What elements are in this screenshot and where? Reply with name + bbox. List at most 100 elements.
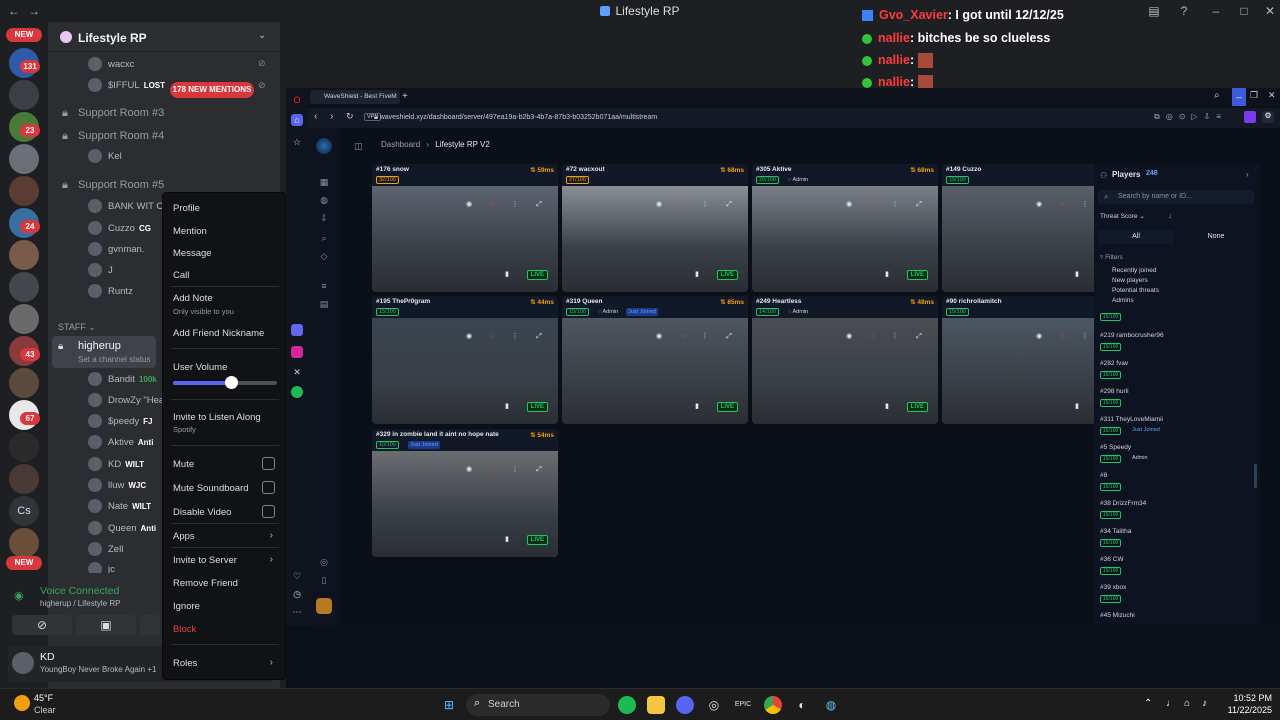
waveshield-logo-icon[interactable] [316, 138, 332, 154]
more-options-icon[interactable]: ⋮ [1080, 332, 1090, 342]
screenshot-icon[interactable]: ◉ [464, 200, 474, 210]
mute-stream-icon[interactable]: ▮ [502, 535, 512, 545]
player-row[interactable]: #298 hurli [1100, 388, 1129, 395]
category-header[interactable]: STAFF ⌄ [58, 322, 96, 333]
filter-option[interactable]: Recently joined [1112, 267, 1156, 274]
voice-user[interactable]: $IFFUL LOST [88, 77, 165, 95]
stream-tile[interactable]: #329 in zombie land it aint no hope nate… [372, 429, 558, 557]
stream-tile[interactable]: #249 Heartless ⇅ 48ms 14/100 ◌ Admin ◉ ○ ⋮ ⤢ ▮ LI… [752, 296, 938, 424]
voice-channel-support-3[interactable]: 🔒︎ Support Room #3 [58, 103, 274, 123]
opera-logo-icon[interactable]: O [291, 94, 303, 106]
filter-option[interactable]: Admins [1112, 297, 1134, 304]
fullscreen-icon[interactable]: ⤢ [724, 332, 734, 342]
new-unreads-pill[interactable]: NEW [6, 556, 42, 570]
menu-invite-to-server[interactable]: Invite to Server [173, 555, 277, 566]
mute-stream-icon[interactable]: ▮ [502, 402, 512, 412]
stream-tile[interactable]: #195 ThePr0gram ⇅ 44ms 15/100 ◉ ○ ⋮ ⤢ ▮ LIVE [372, 296, 558, 424]
back-icon[interactable]: ‹ [314, 111, 317, 122]
fullscreen-icon[interactable]: ⤢ [534, 200, 544, 210]
voice-user[interactable]: Cuzzo CG [88, 220, 151, 238]
aria-icon[interactable] [291, 324, 303, 336]
voice-user[interactable]: gvnman. [88, 241, 144, 259]
more-icon[interactable]: ⋯ [291, 606, 303, 618]
player-row[interactable]: #311 TheyLoveMiamii [1100, 416, 1163, 423]
server-icon[interactable] [9, 464, 39, 494]
screenshot-icon[interactable]: ◉ [654, 332, 664, 342]
screen-share-button[interactable]: ▣ [76, 615, 136, 635]
search-tabs-icon[interactable]: ⌕ [1214, 90, 1220, 101]
user-volume-slider[interactable] [173, 376, 277, 389]
voice-user[interactable]: Nate WILT [88, 498, 151, 516]
clock-time[interactable]: 10:52 PM [1226, 693, 1272, 703]
x-icon[interactable]: ✕ [291, 366, 303, 378]
sidebar-toggle-icon[interactable]: ◫ [354, 141, 363, 152]
grid-icon[interactable]: ▦ [318, 176, 330, 188]
server-icon[interactable] [9, 272, 39, 302]
activities-button[interactable] [140, 615, 160, 635]
chevron-right-icon[interactable]: › [1246, 170, 1249, 179]
record-icon[interactable]: ○ [678, 200, 688, 210]
voice-channel-support-4[interactable]: 🔒︎ Support Room #4 [58, 126, 274, 146]
camera-off-button[interactable]: ⊘ [12, 615, 72, 635]
settings-icon[interactable]: ⚙ [1262, 111, 1274, 123]
discord-icon[interactable] [676, 696, 694, 714]
globe-icon[interactable]: ◍ [318, 194, 330, 206]
clock-date[interactable]: 11/22/2025 [1222, 705, 1272, 715]
server-icon[interactable] [9, 176, 39, 206]
menu-add-note[interactable]: Add Note [173, 293, 277, 304]
menu-call[interactable]: Call [173, 270, 277, 281]
forward-icon[interactable]: › [330, 111, 333, 122]
server-icon-cs[interactable]: Cs [9, 496, 39, 526]
player-row[interactable]: #45 Mizuchi [1100, 612, 1135, 619]
more-options-icon[interactable]: ⋮ [700, 332, 710, 342]
steam-icon[interactable]: ◍ [822, 696, 840, 714]
voice-user[interactable]: wacxc [88, 56, 134, 74]
mute-stream-icon[interactable]: ▮ [1072, 270, 1082, 280]
more-options-icon[interactable]: ⋮ [510, 200, 520, 210]
url-field[interactable]: 🔒︎ waveshield.xyz/dashboard/server/497ea… [374, 111, 954, 125]
mute-stream-icon[interactable]: ▮ [1072, 402, 1082, 412]
menu-profile[interactable]: Profile [173, 203, 277, 214]
player-list-scrollbar[interactable] [1254, 464, 1257, 488]
browser-restore-icon[interactable]: ❐ [1250, 90, 1258, 101]
mic-icon[interactable]: ♩ [1166, 698, 1176, 709]
voice-user[interactable]: Zell [88, 541, 123, 559]
menu-message[interactable]: Message [173, 248, 277, 259]
voice-channel-name[interactable]: higherup / Lifestyle RP [40, 599, 121, 608]
screenshot-icon[interactable]: ◉ [1034, 200, 1044, 210]
fullscreen-icon[interactable]: ⤢ [724, 200, 734, 210]
menu-mention[interactable]: Mention [173, 226, 277, 237]
breadcrumb-root[interactable]: Dashboard [381, 140, 420, 149]
voice-user[interactable]: Aktive Anti [88, 434, 153, 452]
player-row[interactable]: #39 xbox [1100, 584, 1126, 591]
player-row[interactable]: #282 fvav [1100, 360, 1128, 367]
active-voice-channel[interactable]: 🔒︎ higherup Set a channel status [52, 336, 156, 368]
mute-stream-icon[interactable]: ▮ [502, 270, 512, 280]
avatar[interactable] [316, 598, 332, 614]
record-icon[interactable]: ○ [488, 332, 498, 342]
server-icon[interactable] [9, 144, 39, 174]
voice-user[interactable]: Kel [88, 148, 122, 166]
server-icon[interactable] [9, 528, 39, 558]
new-tab-icon[interactable]: + [402, 91, 408, 102]
server-icon[interactable] [9, 80, 39, 110]
browser-minimize-icon[interactable]: _ [1232, 88, 1246, 106]
record-icon[interactable]: ○ [678, 332, 688, 342]
chrome-icon[interactable] [764, 696, 782, 714]
history-icon[interactable]: ◷ [291, 588, 303, 600]
player-search-input[interactable]: ⌕ Search by name or ID... [1098, 190, 1254, 204]
avatar[interactable] [12, 652, 34, 674]
network-icon[interactable]: ⌂ [1184, 698, 1190, 709]
menu-add-friend-nickname[interactable]: Add Friend Nickname [173, 328, 277, 339]
star-icon[interactable]: ☆ [291, 136, 303, 148]
voice-user[interactable]: Queen Anti [88, 520, 156, 538]
download-icon[interactable]: ⇩ [318, 212, 330, 224]
sort-direction-icon[interactable]: ↓ [1168, 211, 1172, 220]
more-options-icon[interactable]: ⋮ [510, 465, 520, 475]
more-options-icon[interactable]: ⋮ [510, 332, 520, 342]
screenshot-icon[interactable]: ◉ [1034, 332, 1044, 342]
menu-invite-listen-along[interactable]: Invite to Listen Along [173, 412, 277, 423]
server-icon[interactable] [9, 240, 39, 270]
menu-apps[interactable]: Apps [173, 531, 277, 542]
heart-icon[interactable]: ♡ [291, 570, 303, 582]
